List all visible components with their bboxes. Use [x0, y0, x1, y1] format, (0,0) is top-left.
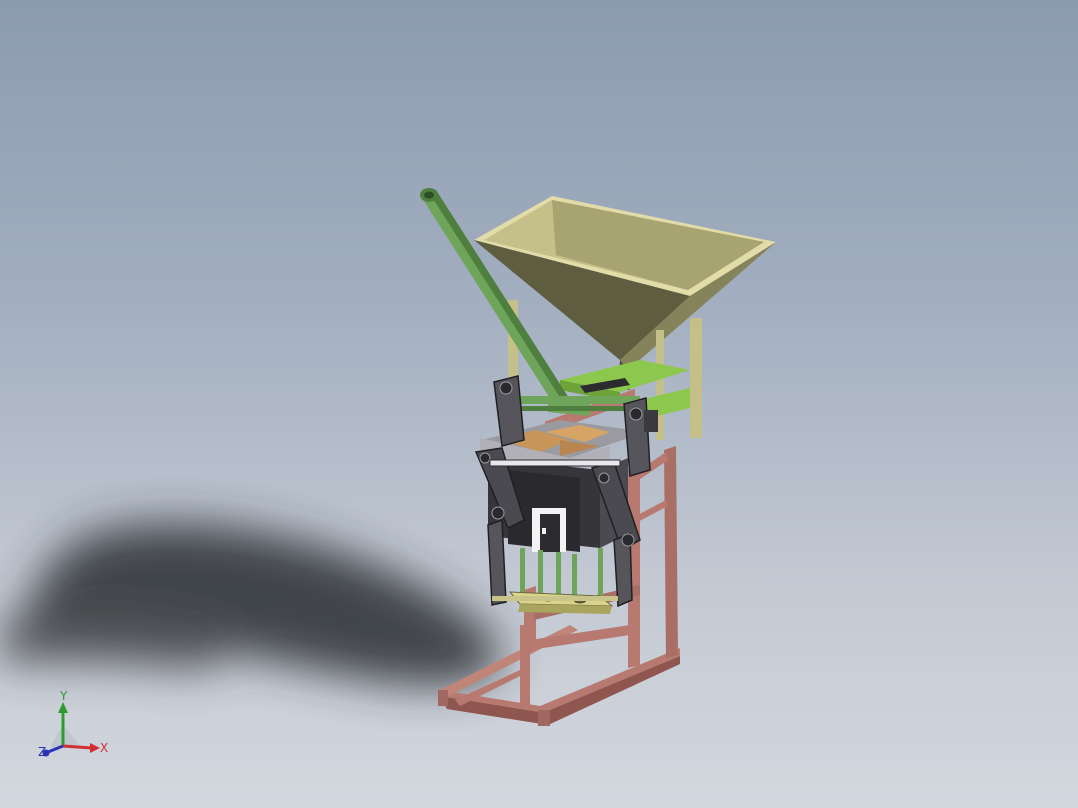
graphics-viewport[interactable]: Y X Z — [0, 0, 1078, 808]
z-axis-label: Z — [38, 745, 46, 759]
x-axis-label: X — [100, 741, 108, 755]
triad-plane — [50, 724, 80, 748]
x-arrow — [90, 743, 100, 753]
x-axis — [62, 744, 93, 750]
lever-crossbar[interactable] — [489, 459, 621, 467]
y-arrow — [58, 702, 68, 713]
triad-graphic: Y X Z — [38, 689, 108, 759]
y-axis-label: Y — [59, 689, 68, 703]
orientation-triad: Y X Z — [30, 686, 120, 766]
model-scene[interactable] — [0, 0, 1078, 808]
model-shadow — [0, 523, 501, 686]
